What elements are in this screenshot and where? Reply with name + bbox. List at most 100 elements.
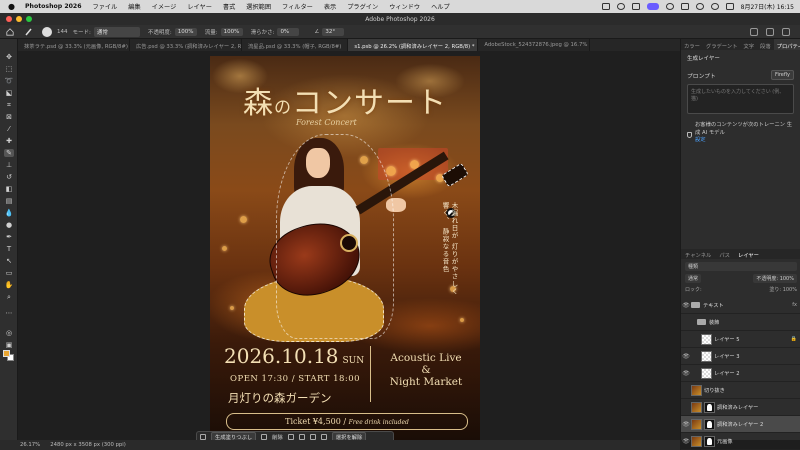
move-tool-icon[interactable]: ✥ xyxy=(4,53,14,61)
object-select-tool-icon[interactable]: ⬕ xyxy=(4,89,14,97)
selection-marquee[interactable] xyxy=(276,134,394,339)
dodge-tool-icon[interactable]: ● xyxy=(4,221,14,229)
home-icon[interactable] xyxy=(6,27,14,36)
brush-tool-icon[interactable] xyxy=(24,27,34,37)
workspace-icon[interactable] xyxy=(766,28,774,36)
opacity-input[interactable]: 100% xyxy=(174,27,197,36)
tab-paths[interactable]: パス xyxy=(715,249,734,259)
doc-tab-active[interactable]: s1.psb @ 26.2% (調和済みレイヤー 2, RGB/8) * xyxy=(348,39,479,51)
smoothing-input[interactable]: 0% xyxy=(277,27,300,36)
visibility-eye-icon[interactable]: 👁 xyxy=(681,438,691,445)
tab-paragraph[interactable]: 段落 xyxy=(757,39,774,50)
path-select-tool-icon[interactable]: ↖ xyxy=(4,257,14,265)
layer-row[interactable]: 👁 元画像 xyxy=(681,433,800,450)
layer-row[interactable]: レイヤー 5 🔒 xyxy=(681,331,800,348)
mode-select[interactable]: 通常 xyxy=(93,26,140,37)
model-select[interactable]: Firefly xyxy=(770,70,794,80)
menu-window[interactable]: ウィンドウ xyxy=(389,2,420,11)
tab-properties[interactable]: プロパティ xyxy=(773,39,800,50)
layer-row[interactable]: 切り抜き xyxy=(681,382,800,399)
layer-mask-thumbnail[interactable] xyxy=(704,435,715,447)
document-dimensions[interactable]: 2480 px x 3508 px (300 ppi) xyxy=(50,442,126,448)
document-canvas[interactable]: 森のコンサート Forest Concert 木漏れ日が 灯りがやさしく響く、 … xyxy=(18,51,680,440)
blur-tool-icon[interactable]: 💧 xyxy=(4,209,14,217)
angle-input[interactable]: 32° xyxy=(322,27,345,36)
bluetooth-icon[interactable] xyxy=(665,3,674,10)
brush-tool-icon[interactable]: ✎ xyxy=(4,149,14,157)
menu-type[interactable]: 書式 xyxy=(223,2,235,11)
share-icon[interactable] xyxy=(750,28,758,36)
menu-file[interactable]: ファイル xyxy=(93,2,118,11)
more-tools-icon[interactable]: ⋯ xyxy=(4,309,14,317)
close-window-button[interactable] xyxy=(6,16,12,22)
frame-tool-icon[interactable]: ⊠ xyxy=(4,113,14,121)
eyedropper-tool-icon[interactable]: ⁄ xyxy=(4,125,14,133)
gradient-tool-icon[interactable]: ▤ xyxy=(4,197,14,205)
shape-tool-icon[interactable]: ▭ xyxy=(4,269,14,277)
marquee-tool-icon[interactable]: ⬚ xyxy=(4,65,14,73)
layer-row-selected[interactable]: 👁 調和済みレイヤー 2 xyxy=(681,416,800,433)
zoom-level[interactable]: 26.17% xyxy=(20,442,40,448)
poster-artwork[interactable]: 森のコンサート Forest Concert 木漏れ日が 灯りがやさしく響く、 … xyxy=(210,56,480,440)
history-brush-icon[interactable]: ↺ xyxy=(4,173,14,181)
notice-settings-link[interactable]: 設定 xyxy=(695,137,706,143)
pen-tool-icon[interactable]: ✒ xyxy=(4,233,14,241)
minimize-window-button[interactable] xyxy=(16,16,22,22)
doc-tab-1[interactable]: 抹茶ラテ.psd @ 33.3% (元画像, RGB/8#) xyxy=(18,39,130,51)
eraser-tool-icon[interactable]: ◧ xyxy=(4,185,14,193)
layer-fill[interactable]: 塗り: 100% xyxy=(769,286,797,294)
layer-row[interactable]: 👁 レイヤー 3 xyxy=(681,348,800,365)
doc-tab-5[interactable]: AdobeStock_524372876.jpeg @ 16.7% (RGB/8… xyxy=(478,39,591,51)
wifi-icon[interactable] xyxy=(695,3,704,10)
doc-tab-3[interactable]: 流星品.psd @ 33.3% (帽子, RGB/8#) xyxy=(242,39,349,51)
menu-app-name[interactable]: Photoshop 2026 xyxy=(25,3,82,10)
visibility-eye-icon[interactable]: 👁 xyxy=(681,421,691,428)
healing-tool-icon[interactable]: ✚ xyxy=(4,137,14,145)
audio-icon[interactable] xyxy=(616,3,625,10)
tab-color[interactable]: カラー xyxy=(681,39,703,50)
layer-row[interactable]: 👁 テキスト fx xyxy=(681,297,800,314)
menu-filter[interactable]: フィルター xyxy=(282,2,313,11)
tab-layers[interactable]: レイヤー xyxy=(734,249,763,259)
doc-tab-2[interactable]: 広告.psd @ 33.3% (調和済みレイヤー 2, RGB/8#) xyxy=(130,39,242,51)
layer-mask-thumbnail[interactable] xyxy=(704,418,715,430)
screen-record-icon[interactable] xyxy=(601,3,610,10)
stamp-tool-icon[interactable]: ⊥ xyxy=(4,161,14,169)
screen-mode-icon[interactable]: ▣ xyxy=(4,341,14,349)
menu-layer[interactable]: レイヤー xyxy=(187,2,212,11)
menu-image[interactable]: イメージ xyxy=(152,2,177,11)
prompt-input[interactable]: 生成したいものを入力してください (例、猫) xyxy=(687,84,794,114)
crop-tool-icon[interactable]: ⌗ xyxy=(4,101,14,109)
display-icon[interactable] xyxy=(631,3,640,10)
zoom-window-button[interactable] xyxy=(26,16,32,22)
type-tool-icon[interactable]: T xyxy=(4,245,14,253)
lasso-tool-icon[interactable]: ➰ xyxy=(4,77,14,85)
menu-help[interactable]: ヘルプ xyxy=(431,2,450,11)
tab-character[interactable]: 文字 xyxy=(740,39,757,50)
menu-select[interactable]: 選択範囲 xyxy=(246,2,271,11)
layer-fx-badge[interactable]: fx xyxy=(792,302,797,308)
layer-row[interactable]: 調和済みレイヤー xyxy=(681,399,800,416)
menu-plugins[interactable]: プラグイン xyxy=(347,2,378,11)
zoom-tool-icon[interactable]: ⌕ xyxy=(4,293,14,301)
search-icon[interactable] xyxy=(782,28,790,36)
tab-gradient[interactable]: グラデーント xyxy=(703,39,741,50)
focus-mode-icon[interactable] xyxy=(646,3,659,10)
menu-view[interactable]: 表示 xyxy=(324,2,336,11)
layer-row[interactable]: 装飾 xyxy=(681,314,800,331)
brush-size-value[interactable]: 144 xyxy=(57,29,68,35)
hand-tool-icon[interactable]: ✋ xyxy=(4,281,14,289)
foreground-color-swatch[interactable] xyxy=(3,350,10,357)
flow-input[interactable]: 100% xyxy=(220,27,243,36)
apple-icon[interactable]: ● xyxy=(8,2,16,11)
menu-clock[interactable]: 8月27日(木) 16:15 xyxy=(741,2,794,11)
visibility-eye-icon[interactable]: 👁 xyxy=(681,302,691,309)
layer-kind-filter[interactable]: 種類 xyxy=(685,262,797,271)
layer-row[interactable]: 👁 レイヤー 2 xyxy=(681,365,800,382)
control-center-icon[interactable] xyxy=(725,3,734,10)
visibility-eye-icon[interactable]: 👁 xyxy=(681,353,691,360)
layer-mask-thumbnail[interactable] xyxy=(704,401,715,413)
quick-mask-icon[interactable]: ◎ xyxy=(4,329,14,337)
blend-mode-select[interactable]: 通常 xyxy=(685,274,702,283)
spotlight-icon[interactable] xyxy=(710,3,719,10)
